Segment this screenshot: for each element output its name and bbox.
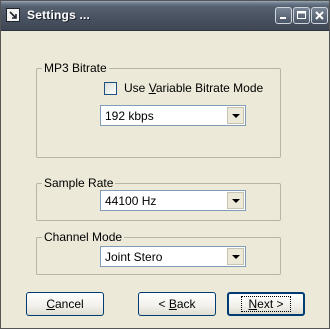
sample-rate-dropdown-button[interactable] bbox=[227, 192, 244, 209]
maximize-button[interactable] bbox=[293, 7, 310, 24]
close-button[interactable] bbox=[311, 7, 328, 24]
title-bar[interactable]: Settings ... bbox=[1, 1, 329, 31]
next-accelerator: N bbox=[248, 297, 258, 311]
label-part: ariable Bitrate Mode bbox=[155, 81, 264, 95]
variable-bitrate-checkbox[interactable] bbox=[104, 82, 117, 95]
sample-rate-legend: Sample Rate bbox=[42, 176, 116, 190]
back-label: ack bbox=[176, 297, 196, 311]
bitrate-select[interactable]: 192 kbps bbox=[100, 105, 246, 126]
channel-mode-legend: Channel Mode bbox=[42, 230, 125, 244]
channel-mode-dropdown-button[interactable] bbox=[227, 248, 244, 265]
bitrate-dropdown-button[interactable] bbox=[227, 107, 244, 124]
label-part: Use bbox=[124, 81, 149, 95]
back-button[interactable]: < Back bbox=[138, 292, 216, 316]
close-icon bbox=[315, 11, 324, 20]
cancel-accelerator: C bbox=[46, 297, 55, 311]
next-button[interactable]: Next > bbox=[227, 292, 305, 316]
bitrate-select-value: 192 kbps bbox=[105, 109, 154, 123]
mp3-bitrate-legend: MP3 Bitrate bbox=[42, 61, 109, 75]
minimize-icon bbox=[280, 17, 286, 19]
chevron-down-icon bbox=[232, 114, 240, 118]
settings-dialog: Settings ... MP3 Bitrate Use Variable Bi… bbox=[0, 0, 330, 329]
back-accelerator: B bbox=[168, 297, 177, 311]
window-title: Settings ... bbox=[27, 8, 91, 22]
focus-rect: Next > bbox=[241, 296, 291, 312]
minimize-button[interactable] bbox=[275, 7, 292, 24]
back-arrow: < bbox=[158, 297, 169, 311]
variable-bitrate-label[interactable]: Use Variable Bitrate Mode bbox=[124, 81, 263, 95]
channel-mode-select-value: Joint Stero bbox=[105, 250, 163, 264]
label-accelerator: V bbox=[148, 81, 156, 95]
cancel-label: ancel bbox=[54, 297, 84, 311]
app-icon[interactable] bbox=[6, 8, 20, 22]
chevron-down-icon bbox=[232, 199, 240, 203]
next-label: ext bbox=[257, 297, 274, 311]
chevron-down-icon bbox=[232, 255, 240, 259]
maximize-icon bbox=[297, 11, 306, 19]
sample-rate-select-value: 44100 Hz bbox=[105, 194, 157, 208]
sample-rate-select[interactable]: 44100 Hz bbox=[100, 190, 246, 211]
cancel-button[interactable]: Cancel bbox=[26, 292, 104, 316]
next-arrow: > bbox=[273, 297, 284, 311]
channel-mode-select[interactable]: Joint Stero bbox=[100, 246, 246, 267]
